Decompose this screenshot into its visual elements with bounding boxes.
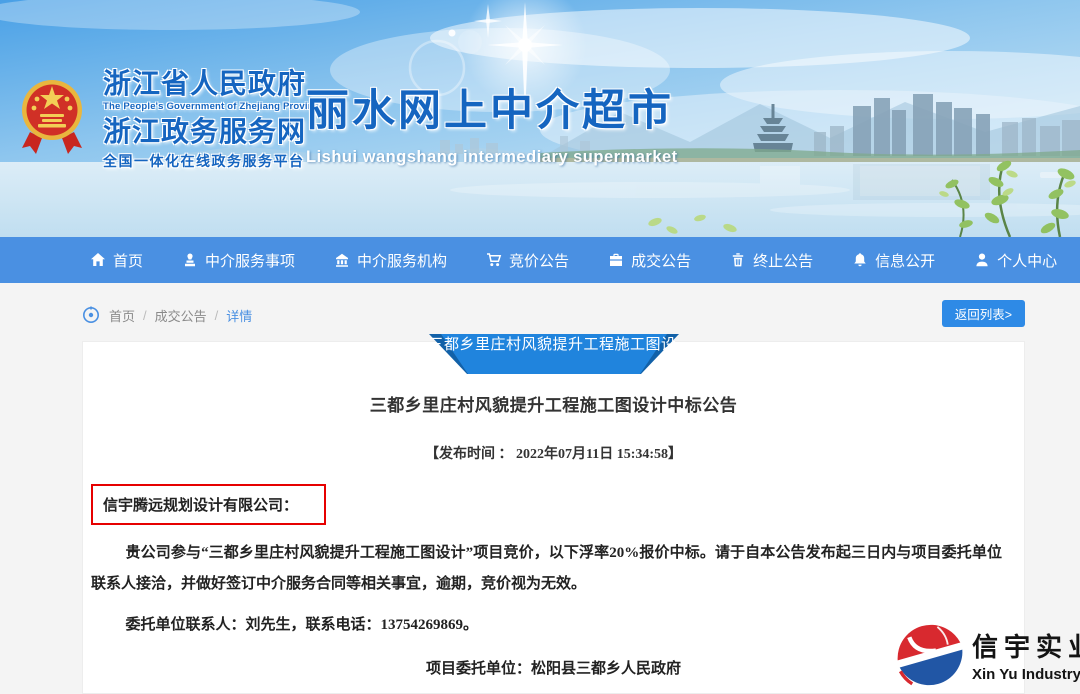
home-icon <box>91 253 105 266</box>
gov-logo-text: 浙江省人民政府 The People's Government of Zheji… <box>103 70 325 168</box>
site-title: 丽水网上中介超市 <box>306 87 674 135</box>
breadcrumb-home[interactable]: 首页 <box>109 306 135 325</box>
nav-item-service-agencies[interactable]: 中介服务机构 <box>334 250 447 271</box>
page: 浙江省人民政府 The People's Government of Zheji… <box>0 0 1080 694</box>
xinyu-logo-text: 信宇实业 Xin Yu Industry <box>972 627 1080 683</box>
nav-label: 首页 <box>113 252 144 270</box>
nav-item-info-disclosure[interactable]: 信息公开 <box>852 250 935 271</box>
nav-label: 成交公告 <box>631 252 692 270</box>
watermark-cn: 信宇实业 <box>972 632 1080 662</box>
breadcrumb: 首页 / 成交公告 / 详情 返回列表> <box>82 300 1025 328</box>
trash-icon <box>732 253 744 267</box>
site-title-block: 丽水网上中介超市 Lishui wangshang intermediary s… <box>306 76 678 167</box>
person-icon <box>976 253 988 267</box>
client-line: 项目委托单位：松阳县三都乡人民政府 <box>425 661 681 677</box>
nav-item-termination-notices[interactable]: 终止公告 <box>730 250 813 271</box>
breadcrumb-separator: / <box>214 307 219 323</box>
gov-platform-title: 全国一体化在线政务服务平台 <box>103 152 305 169</box>
publish-time: 【发布时间 ： 2022年07月11日 15:34:58】 <box>424 447 683 462</box>
nav-label: 终止公告 <box>753 252 814 270</box>
nav-item-personal-center[interactable]: 个人中心 <box>974 250 1057 271</box>
briefcase-icon <box>610 253 623 266</box>
gov-service-title: 浙江政务服务网 <box>103 115 307 147</box>
contact-line: 委托单位联系人：刘先生，联系电话：13754269869。 <box>125 617 479 633</box>
breadcrumb-detail: 详情 <box>226 308 253 324</box>
ribbon-title: 三都乡里庄村风貌提升工程施工图设计 <box>428 336 677 374</box>
xinyu-logo-icon <box>897 624 963 686</box>
xinyu-watermark: 信宇实业 Xin Yu Industry <box>893 618 1080 692</box>
stamp-icon <box>185 253 196 267</box>
gov-title: 浙江省人民政府 <box>103 68 307 99</box>
gov-title-en: The People's Government of Zhejiang Prov… <box>103 101 325 112</box>
site-title-en: Lishui wangshang intermediary supermarke… <box>306 148 678 166</box>
site-header: 浙江省人民政府 The People's Government of Zheji… <box>0 0 1080 237</box>
nav-item-service-items[interactable]: 中介服务事项 <box>182 250 295 271</box>
back-to-list-button[interactable]: 返回列表> <box>941 300 1025 327</box>
breadcrumb-deal-notices[interactable]: 成交公告 <box>155 306 207 325</box>
cart-icon <box>487 253 502 267</box>
project-ribbon: 三都乡里庄村风貌提升工程施工图设计 <box>428 334 679 374</box>
watermark-en: Xin Yu Industry <box>972 666 1080 683</box>
bell-icon <box>854 253 866 267</box>
nav-label: 中介服务事项 <box>205 252 296 270</box>
nav-label: 信息公开 <box>875 252 936 270</box>
compass-icon <box>82 306 100 324</box>
nav-label: 中介服务机构 <box>357 252 448 270</box>
national-emblem-logo <box>22 80 82 154</box>
breadcrumb-separator: / <box>143 307 147 323</box>
nav-item-home[interactable]: 首页 <box>90 250 143 271</box>
recipient-highlight-box: 信宇腾远规划设计有限公司： <box>91 484 327 525</box>
bank-icon <box>336 253 349 267</box>
header-divider <box>289 72 290 168</box>
nav-label: 竞价公告 <box>509 252 570 270</box>
main-nav: 首页 中介服务事项 中介服务机构 竞价公告 成交公告 终止公告 信息公开 个人中… <box>0 237 1080 283</box>
nav-label: 个人中心 <box>997 252 1058 270</box>
nav-item-bidding-notices[interactable]: 竞价公告 <box>486 250 569 271</box>
nav-item-deal-notices[interactable]: 成交公告 <box>608 250 691 271</box>
notice-body: 贵公司参与“三都乡里庄村风貌提升工程施工图设计”项目竞价，以下浮率20%报价中标… <box>91 545 1002 592</box>
notice-card: 三都乡里庄村风貌提升工程施工图设计 三都乡里庄村风貌提升工程施工图设计中标公告 … <box>82 334 1025 694</box>
